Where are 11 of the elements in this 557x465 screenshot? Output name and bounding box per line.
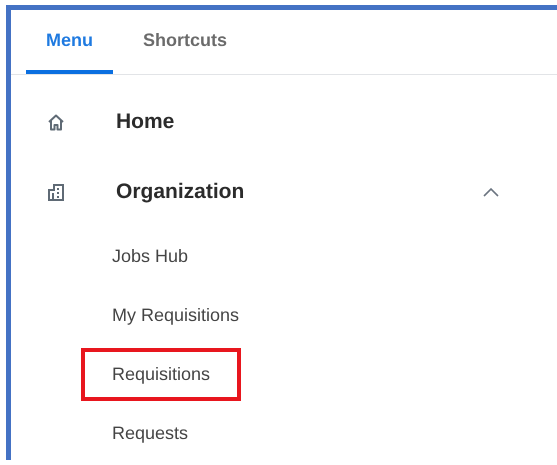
submenu-item[interactable]: Jobs Hub: [81, 230, 220, 283]
menu-item[interactable]: Home: [116, 110, 174, 134]
home-icon: [48, 114, 64, 130]
submenu-item[interactable]: My Requisitions: [81, 289, 270, 342]
tab[interactable]: Shortcuts: [123, 10, 248, 74]
building-icon: [48, 184, 64, 200]
chevron-icon[interactable]: [483, 187, 499, 197]
submenu-item[interactable]: Requisitions: [81, 348, 242, 401]
menu-item[interactable]: Organization: [116, 180, 244, 204]
tab[interactable]: Menu: [26, 10, 113, 74]
submenu-item[interactable]: Requests: [81, 407, 220, 460]
